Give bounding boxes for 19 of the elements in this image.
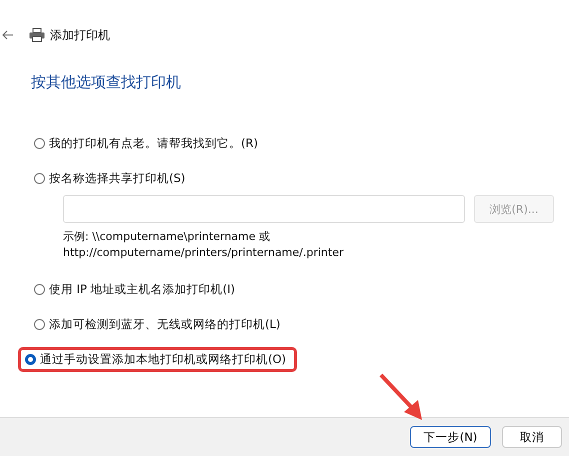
radio-option[interactable]: 使用 IP 地址或主机名添加打印机(I) (34, 282, 236, 297)
example-text: 示例: \\computername\printername 或 (63, 229, 272, 245)
radio-option[interactable]: 我的打印机有点老。请帮我找到它。(R) (34, 136, 258, 151)
radio-option[interactable]: 通过手动设置添加本地打印机或网络打印机(O) (25, 352, 286, 367)
radio-option[interactable]: 添加可检测到蓝牙、无线或网络的打印机(L) (34, 317, 280, 332)
printer-name-field[interactable] (63, 195, 465, 223)
radio-option[interactable]: 按名称选择共享打印机(S) (34, 171, 186, 186)
next-button[interactable]: 下一步(N) (410, 426, 491, 448)
radio-button[interactable] (34, 173, 45, 184)
window-title: 添加打印机 (50, 26, 110, 44)
page-heading: 按其他选项查找打印机 (31, 73, 182, 92)
radio-button[interactable] (34, 138, 45, 149)
radio-button[interactable] (25, 354, 36, 365)
cancel-button[interactable]: 取消 (502, 426, 562, 448)
printer-icon (29, 28, 45, 42)
radio-button[interactable] (34, 284, 45, 295)
radio-button[interactable] (34, 319, 45, 330)
back-icon[interactable] (2, 30, 14, 40)
example-text: http://computername/printers/printername/.printer (63, 245, 345, 261)
